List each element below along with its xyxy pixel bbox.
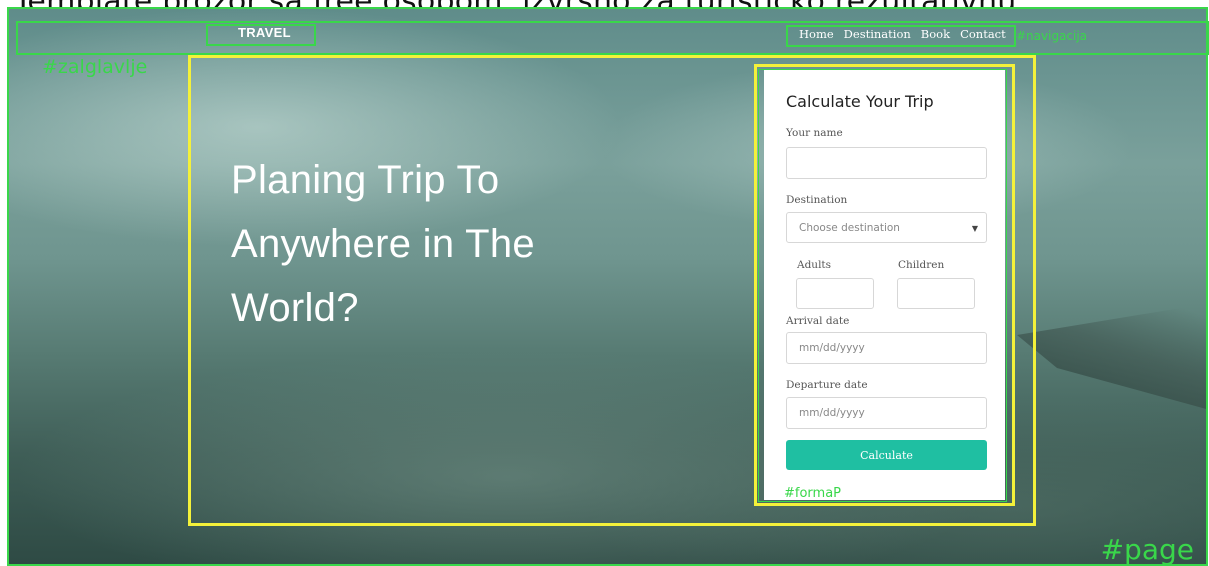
- destination-selected-value: Choose destination: [799, 221, 900, 234]
- departure-date-placeholder: mm/dd/yyyy: [799, 407, 865, 419]
- arrival-date-label: Arrival date: [786, 315, 850, 327]
- departure-date-label: Departure date: [786, 379, 868, 391]
- airplane-wing: [1017, 302, 1208, 412]
- hero-line: Anywhere in The: [231, 222, 535, 266]
- hero-line: World?: [231, 286, 359, 330]
- hero-heading: Planing Trip To Anywhere in The World?: [231, 148, 651, 340]
- form-annotation-label: #formaP: [784, 486, 842, 501]
- brand-logo[interactable]: TRAVEL: [238, 25, 291, 40]
- nav-link-contact[interactable]: Contact: [960, 27, 1006, 41]
- departure-date-input[interactable]: mm/dd/yyyy: [786, 397, 987, 429]
- children-input[interactable]: [897, 278, 975, 309]
- nav-annotation-label: #navigacija: [1016, 29, 1088, 43]
- dropdown-caret-icon: ▼: [971, 224, 978, 233]
- hero-line: Planing Trip To: [231, 158, 500, 202]
- arrival-date-input[interactable]: mm/dd/yyyy: [786, 332, 987, 364]
- destination-label: Destination: [786, 194, 848, 206]
- nav-link-destination[interactable]: Destination: [844, 27, 911, 41]
- nav-link-home[interactable]: Home: [799, 27, 834, 41]
- header-annotation-label: #zalglavlje: [42, 56, 148, 78]
- name-input[interactable]: [786, 147, 987, 179]
- children-label: Children: [898, 259, 945, 271]
- destination-select[interactable]: Choose destination ▼: [786, 212, 987, 243]
- calculate-button[interactable]: Calculate: [786, 440, 987, 470]
- main-navigation: Home Destination Book Contact: [799, 27, 1006, 41]
- adults-input[interactable]: [796, 278, 874, 309]
- nav-link-book[interactable]: Book: [921, 27, 950, 41]
- form-title: Calculate Your Trip: [786, 92, 934, 111]
- name-label: Your name: [786, 127, 843, 139]
- arrival-date-placeholder: mm/dd/yyyy: [799, 342, 865, 354]
- adults-label: Adults: [797, 259, 832, 271]
